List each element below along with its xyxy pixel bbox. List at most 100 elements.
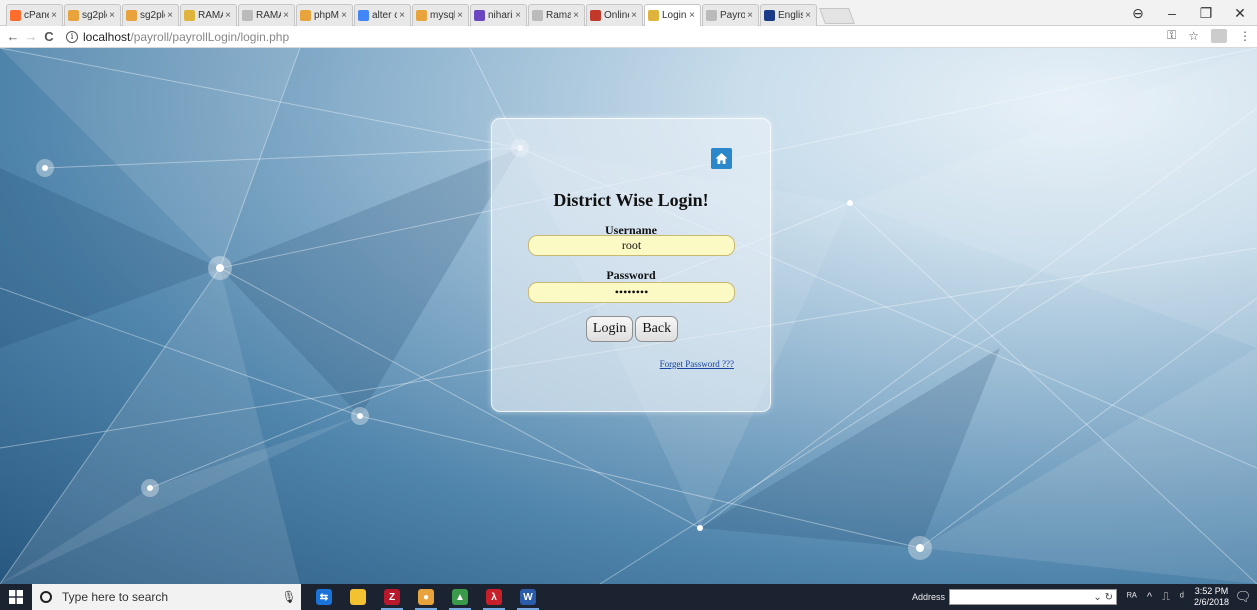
tab-close-icon[interactable]: × [571,10,581,21]
info-icon[interactable]: i [66,30,78,43]
forward-button[interactable]: → [22,29,40,44]
tab-label: Rama [546,10,571,21]
show-hidden-icons[interactable]: ^ [1147,591,1152,603]
tab-close-icon[interactable]: × [223,10,233,21]
new-tab-button[interactable] [819,8,855,24]
browser-tab-strip: cPanel×sg2plc×sg2plc×RAMA×RAMA×phpM×alte… [0,0,1257,26]
tab-close-icon[interactable]: × [281,10,291,21]
back-button[interactable]: Back [635,316,679,342]
tab-close-icon[interactable]: × [803,10,813,21]
tab-favicon-icon [242,10,253,21]
tab-close-icon[interactable]: × [745,10,755,21]
browser-tab[interactable]: sg2plc× [64,4,121,26]
tab-close-icon[interactable]: × [397,10,407,21]
filezilla-icon: Z [384,589,400,605]
microphone-icon[interactable]: 🎙 [277,584,301,610]
tab-close-icon[interactable]: × [629,10,639,21]
browser-tab[interactable]: Online× [586,4,643,26]
tab-favicon-icon [648,10,659,21]
tab-favicon-icon [764,10,775,21]
tab-close-icon[interactable]: × [455,10,465,21]
browser-tab[interactable]: RAMA× [180,4,237,26]
network-icon[interactable]: ⎍ [1162,591,1170,604]
url-path: /payroll/payrollLogin/login.php [130,29,290,44]
browser-tab[interactable]: sg2plc× [122,4,179,26]
back-button[interactable]: ← [4,29,22,44]
password-label: Password [606,268,656,282]
acrobat-icon: λ [486,589,502,605]
maximize-button[interactable]: ❐ [1189,5,1223,22]
clock-time: 3:52 PM [1194,586,1229,596]
taskbar-app-acrobat[interactable]: λ [477,584,511,610]
tab-label: RAMA [256,10,281,21]
password-input[interactable] [528,282,735,303]
taskbar-app-file-explorer[interactable] [341,584,375,610]
user-profile-icon[interactable]: ⊖ [1121,5,1155,22]
tab-label: phpM [314,10,339,21]
clock-date: 2/6/2018 [1193,597,1229,607]
minimize-button[interactable]: – [1155,5,1189,21]
close-window-button[interactable]: ✕ [1223,5,1257,22]
url-field[interactable]: i localhost /payroll/payrollLogin/login.… [66,30,289,44]
browser-tab[interactable]: cPanel× [6,4,63,26]
tab-close-icon[interactable]: × [513,10,523,21]
extension-icon[interactable] [1211,28,1227,43]
tab-favicon-icon [474,10,485,21]
taskbar-app-photos[interactable]: ▲ [443,584,477,610]
key-icon[interactable]: ⚿ [1167,28,1176,43]
teamviewer-icon: ⇆ [316,589,332,605]
tab-favicon-icon [10,10,21,21]
browser-tab[interactable]: niharik× [470,4,527,26]
page-viewport: District Wise Login! Username Password L… [0,48,1257,584]
tab-close-icon[interactable]: × [165,10,175,21]
taskbar-app-chrome[interactable]: ● [409,584,443,610]
login-button[interactable]: Login [585,316,634,342]
tab-label: niharik [488,10,513,21]
username-input[interactable] [528,235,735,256]
url-host: localhost [83,29,131,44]
browser-tab[interactable]: Payroll× [702,4,759,26]
forgot-password-link[interactable]: Forget Password ??? [660,359,734,369]
tab-close-icon[interactable]: × [339,10,349,21]
chrome-icon: ● [418,589,434,605]
tab-label: Englist [778,10,803,21]
browser-tab[interactable]: Rama × [528,4,585,26]
search-placeholder: Type here to search [62,590,169,604]
tab-label: Login [662,10,687,21]
tab-close-icon[interactable]: × [49,10,59,21]
taskbar-app-teamviewer[interactable]: ⇆ [307,584,341,610]
people-icon[interactable]: ᴿᴬ [1127,591,1137,603]
address-toolbar-icons[interactable]: ⌄ ↻ [1093,592,1113,603]
taskbar-app-filezilla[interactable]: Z [375,584,409,610]
notification-icon[interactable]: 🗨 [1229,589,1257,605]
taskbar-search[interactable]: Type here to search [32,584,278,610]
address-toolbar-label: Address [911,592,945,602]
browser-tab[interactable]: Englist× [760,4,817,26]
home-button[interactable] [711,148,732,169]
tab-favicon-icon [532,10,543,21]
tab-favicon-icon [416,10,427,21]
start-button[interactable] [0,584,32,610]
browser-tab[interactable]: mysql × [412,4,469,26]
tab-label: alter c [372,10,397,21]
system-clock[interactable]: 3:52 PM 2/6/2018 [1194,586,1229,608]
tab-label: mysql [430,10,455,21]
reload-button[interactable]: C [40,29,58,44]
windows-icon [9,590,23,604]
browser-tab[interactable]: phpM × [296,4,353,26]
tab-close-icon[interactable]: × [687,10,697,21]
tab-label: sg2plc [140,10,165,21]
taskbar-apps: ⇆ Z ● ▲ λ W [307,584,545,610]
bookmark-star-icon[interactable]: ☆ [1188,29,1199,43]
tab-close-icon[interactable]: × [107,10,117,21]
menu-icon[interactable]: ⋮ [1239,29,1251,43]
taskbar-app-word[interactable]: W [511,584,545,610]
browser-tab[interactable]: RAMA× [238,4,295,26]
address-toolbar-input[interactable]: ⌄ ↻ [948,589,1117,605]
browser-tab[interactable]: Login × [644,4,701,26]
tab-favicon-icon [300,10,311,21]
login-title: District Wise Login! [553,190,709,210]
address-bar-actions: ⚿ ☆ ⋮ [1167,28,1251,43]
volume-icon[interactable]: ᵈ [1180,591,1184,603]
browser-tab[interactable]: alter c × [354,4,411,26]
